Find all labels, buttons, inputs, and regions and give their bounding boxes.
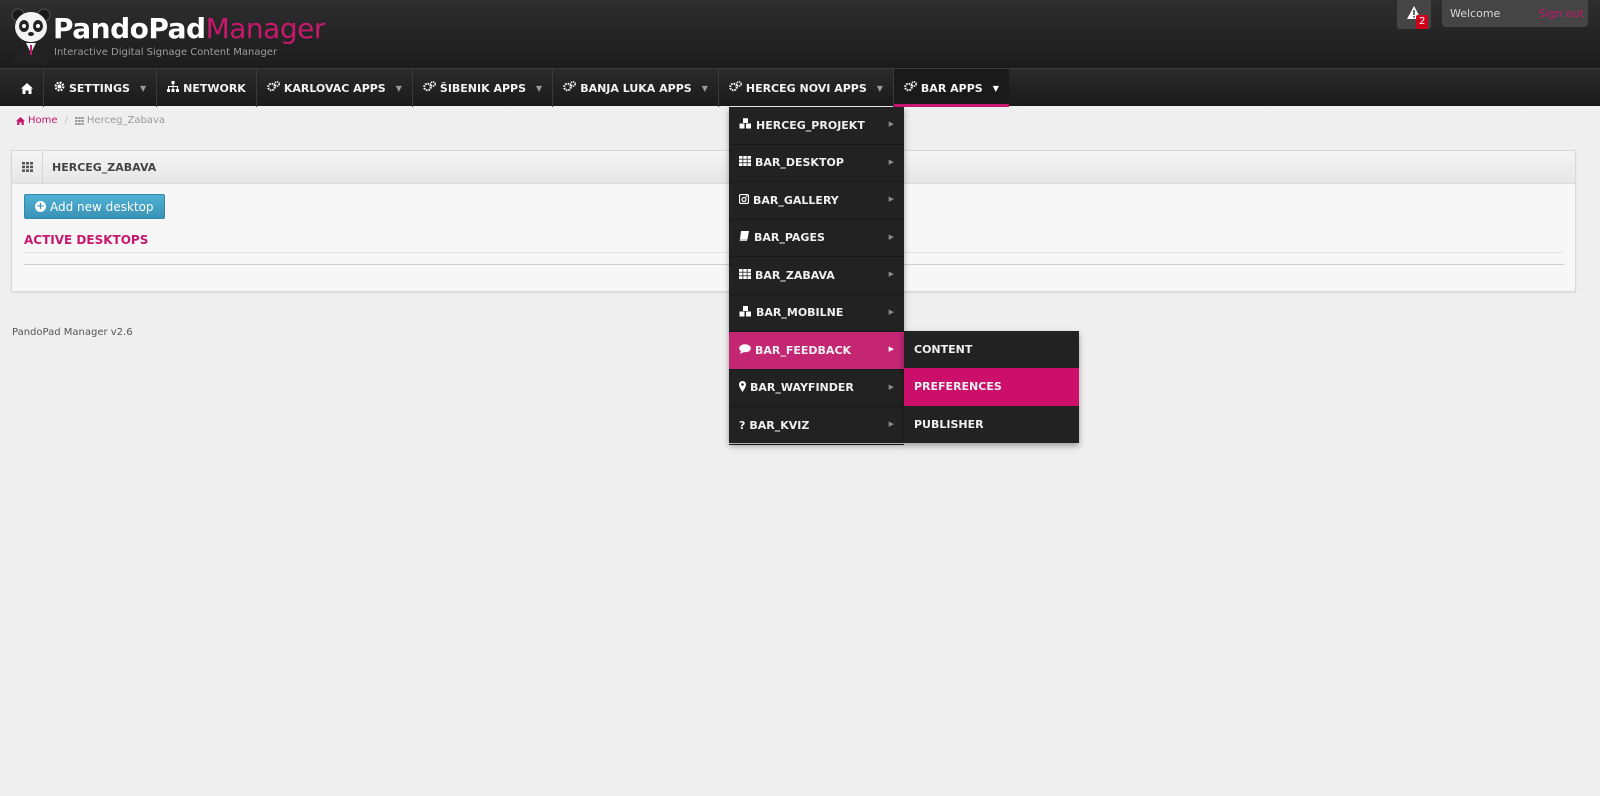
nav-bar-apps-label: BAR APPS [920,81,983,95]
logo[interactable]: PandoPadManager Interactive Digital Sign… [10,7,325,63]
caret-right-icon: ▶ [888,307,894,316]
caret-down-icon: ▼ [395,83,402,93]
dropdown-item-bar-feedback[interactable]: BAR_FEEDBACK ▶ [729,332,904,370]
brand-name: PandoPadManager [53,14,325,44]
gears-icon [904,80,917,95]
submenu-item-content[interactable]: CONTENT [904,331,1079,368]
caret-right-icon: ▶ [888,120,894,128]
nav-herceg-novi-apps-label: HERCEG NOVI APPS [745,81,867,95]
add-new-desktop-label: Add new desktop [50,199,154,214]
caret-right-icon: ▶ [888,232,894,241]
brand-primary: PandoPad [53,12,206,45]
dropdown-item-label: BAR_KVIZ [749,418,810,432]
caret-down-icon: ▼ [992,83,999,93]
caret-right-icon: ▶ [888,345,894,353]
dropdown-item-bar-wayfinder[interactable]: BAR_WAYFINDER ▶ [729,370,904,407]
panel-icon-cell [12,151,43,184]
alerts-button[interactable]: 2 [1397,0,1431,29]
tagline: Interactive Digital Signage Content Mana… [54,47,278,58]
dropdown-item-bar-pages[interactable]: BAR_PAGES ▶ [729,220,904,257]
brand-secondary: Manager [205,12,326,45]
dropdown-item-label: BAR_GALLERY [753,193,839,207]
dropdown-item-label: BAR_PAGES [754,231,825,245]
nav-settings-label: SETTINGS [69,81,130,95]
panel-title: HERCEG_ZABAVA [52,161,157,174]
dropdown-item-herceg-projekt[interactable]: HERCEG_PROJEKT ▶ [729,107,904,145]
nav-karlovac-apps-label: KARLOVAC APPS [283,81,386,95]
nav-sibenik-apps-label: ŠIBENIK APPS [439,81,527,95]
gears-icon [267,80,280,95]
bar-apps-dropdown: HERCEG_PROJEKT ▶ BAR_DESKTOP ▶ BAR_GALLE… [729,107,904,445]
breadcrumb-current: Herceg_Zabava [86,115,165,126]
caret-down-icon: ▼ [701,83,708,93]
top-header: PandoPadManager Interactive Digital Sign… [0,0,1600,68]
th-icon [74,116,84,125]
sign-out-link[interactable]: Sign out [1538,7,1584,20]
cubes-icon [739,305,752,320]
dropdown-item-label: BAR_MOBILNE [756,306,844,320]
sitemap-icon [167,81,180,95]
nav-banja-luka-apps[interactable]: BANJA LUKA APPS ▼ [552,69,718,107]
dropdown-item-bar-mobilne[interactable]: BAR_MOBILNE ▶ [729,295,904,332]
nav-network-label: NETWORK [183,81,246,95]
caret-down-icon: ▼ [876,83,883,93]
question-icon: ? [739,418,746,432]
nav-network[interactable]: NETWORK [156,69,256,107]
dropdown-item-bar-zabava[interactable]: BAR_ZABAVA ▶ [729,257,904,295]
nav-sibenik-apps[interactable]: ŠIBENIK APPS ▼ [411,69,552,107]
bar-feedback-submenu: CONTENT PREFERENCES PUBLISHER [904,331,1079,443]
dropdown-item-label: BAR_FEEDBACK [755,343,852,357]
dropdown-item-bar-kviz[interactable]: ? BAR_KVIZ ▶ [729,407,904,445]
gears-icon [563,80,577,95]
add-new-desktop-button[interactable]: + Add new desktop [24,194,165,219]
caret-right-icon: ▶ [888,157,894,166]
active-desktops-heading: ACTIVE DESKTOPS [24,233,149,247]
dropdown-item-bar-desktop[interactable]: BAR_DESKTOP ▶ [729,145,904,182]
user-box: Welcome Sign out [1442,0,1588,27]
home-icon [16,116,25,125]
plus-circle-icon: + [35,201,46,212]
comment-icon [739,344,751,357]
dropdown-item-label: BAR_ZABAVA [755,268,835,282]
dropdown-item-label: BAR_DESKTOP [755,156,844,170]
breadcrumb: Home / Herceg_Zabava [16,115,165,126]
caret-right-icon: ▶ [888,270,894,278]
nav-bar-apps[interactable]: BAR APPS ▼ [892,69,1009,107]
main-navbar: SETTINGS ▼ NETWORK KARLOVAC APPS ▼ ŠIBEN… [0,68,1600,107]
dropdown-item-label: HERCEG_PROJEKT [756,118,865,132]
dropdown-item-bar-gallery[interactable]: BAR_GALLERY ▶ [729,182,904,220]
gear-icon [54,81,65,95]
th-icon [739,156,751,169]
breadcrumb-home-link[interactable]: Home [28,115,58,126]
gears-icon [729,80,742,95]
book-icon [739,231,750,244]
instagram-icon [738,193,750,207]
alert-count-badge: 2 [1416,15,1429,29]
nav-menu: SETTINGS ▼ NETWORK KARLOVAC APPS ▼ ŠIBEN… [11,69,1009,107]
nav-home[interactable] [11,69,43,107]
nav-banja-luka-apps-label: BANJA LUKA APPS [580,81,692,95]
cubes-icon [739,118,752,132]
submenu-item-preferences[interactable]: PREFERENCES [904,368,1079,406]
welcome-text: Welcome [1450,7,1501,20]
caret-down-icon: ▼ [536,83,543,93]
nav-settings[interactable]: SETTINGS ▼ [43,69,156,107]
caret-right-icon: ▶ [888,420,894,428]
th-icon [22,162,33,172]
gears-icon [423,80,436,95]
caret-right-icon: ▶ [888,382,894,391]
panda-logo-icon [11,8,51,63]
th-icon [739,268,751,282]
nav-herceg-novi-apps[interactable]: HERCEG NOVI APPS ▼ [717,69,893,107]
map-marker-icon [739,380,746,395]
dropdown-item-label: BAR_WAYFINDER [750,381,854,395]
nav-karlovac-apps[interactable]: KARLOVAC APPS ▼ [255,69,412,107]
caret-down-icon: ▼ [139,83,147,93]
caret-right-icon: ▶ [888,195,894,203]
breadcrumb-separator: / [64,115,68,126]
footer-version: PandoPad Manager v2.6 [12,327,133,338]
home-icon [21,82,33,94]
submenu-item-publisher[interactable]: PUBLISHER [904,406,1079,443]
